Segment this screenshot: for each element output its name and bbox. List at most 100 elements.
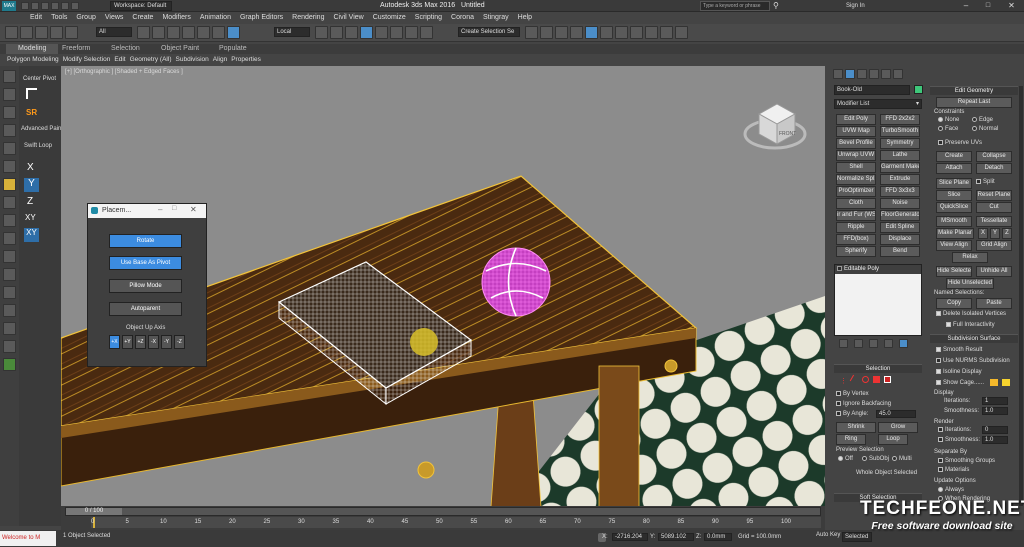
- modifier-button-ffd-box[interactable]: FFD(box): [836, 234, 876, 245]
- maximize-button[interactable]: □: [977, 0, 999, 12]
- modifier-button-bend[interactable]: Bend: [880, 246, 920, 257]
- open-file-icon[interactable]: [31, 2, 39, 10]
- menu-create[interactable]: Create: [132, 12, 153, 24]
- stack-item-editable-poly[interactable]: Editable Poly: [835, 265, 921, 274]
- paste-button[interactable]: Paste: [976, 298, 1012, 309]
- modifier-button-lathe[interactable]: Lathe: [880, 150, 920, 161]
- advanced-paint-button[interactable]: Advanced Paint: [21, 126, 63, 132]
- create-plane-icon[interactable]: [3, 160, 16, 173]
- show-end-result-icon[interactable]: [854, 339, 863, 348]
- preview-multi-radio[interactable]: Multi: [892, 456, 912, 462]
- cage-color-swatch[interactable]: [990, 379, 998, 386]
- window-crossing-icon[interactable]: [182, 26, 195, 39]
- create-camera-icon[interactable]: [3, 196, 16, 209]
- object-color-swatch[interactable]: [914, 85, 923, 94]
- copy-button[interactable]: Copy: [936, 298, 972, 309]
- slice-plane-button[interactable]: Slice Plane: [936, 178, 972, 189]
- ring-button[interactable]: Ring: [836, 434, 866, 445]
- create-light-icon[interactable]: [3, 178, 16, 191]
- edge-icon[interactable]: [849, 374, 860, 385]
- by-angle-checkbox[interactable]: By Angle:: [836, 411, 868, 417]
- cut-button[interactable]: Cut: [976, 202, 1012, 213]
- grid-align-button[interactable]: Grid Align: [976, 240, 1012, 251]
- menu-help[interactable]: Help: [518, 12, 532, 24]
- menu-scripting[interactable]: Scripting: [415, 12, 442, 24]
- menu-corona[interactable]: Corona: [451, 12, 474, 24]
- ref-coord-dropdown[interactable]: Local: [274, 27, 310, 37]
- border-icon[interactable]: [862, 376, 869, 383]
- axis-plus-x-button[interactable]: +X: [109, 335, 120, 349]
- placement-minimize-button[interactable]: –: [158, 205, 162, 214]
- grow-button[interactable]: Grow: [878, 422, 918, 433]
- display-iterations-spinner[interactable]: 1: [982, 397, 1008, 405]
- x-coord-field[interactable]: -2716.204: [612, 533, 648, 541]
- render-iterations-spinner[interactable]: 0: [982, 426, 1008, 434]
- modifier-button-spherify[interactable]: Spherify: [836, 246, 876, 257]
- utilities-tab-icon[interactable]: [893, 69, 903, 79]
- subtab-properties[interactable]: Properties: [231, 54, 261, 65]
- snap-toggle-icon[interactable]: [360, 26, 373, 39]
- spinner-snap-icon[interactable]: [405, 26, 418, 39]
- app-logo[interactable]: MAX: [2, 1, 16, 11]
- object-name-field[interactable]: Book-Old: [834, 85, 910, 95]
- preserve-uvs-checkbox[interactable]: Preserve UVs: [938, 140, 982, 146]
- align-icon[interactable]: [540, 26, 553, 39]
- create-door-icon[interactable]: [3, 322, 16, 335]
- menu-graph-editors[interactable]: Graph Editors: [240, 12, 283, 24]
- update-always-radio[interactable]: Always: [938, 487, 964, 493]
- modifier-button-ir-and-fur-ws[interactable]: ir and Fur (WS: [836, 210, 876, 221]
- materials-checkbox[interactable]: Materials: [938, 467, 969, 473]
- layer-icon[interactable]: [555, 26, 568, 39]
- constraint-face-radio[interactable]: Face: [938, 126, 958, 132]
- axis-xy-button[interactable]: XY: [25, 213, 36, 222]
- motion-tab-icon[interactable]: [869, 69, 879, 79]
- preview-subobj-radio[interactable]: SubObj: [862, 456, 889, 462]
- mirror-icon[interactable]: [525, 26, 538, 39]
- create-tab-icon[interactable]: [833, 69, 843, 79]
- by-vertex-checkbox[interactable]: By Vertex: [836, 391, 869, 397]
- sr-button[interactable]: SR: [26, 108, 37, 117]
- create-compound-icon[interactable]: [3, 286, 16, 299]
- make-planar-button[interactable]: Make Planar: [936, 228, 974, 239]
- create-particles-icon[interactable]: [3, 268, 16, 281]
- modifier-button-ffd-2x2x2[interactable]: FFD 2x2x2: [880, 114, 920, 125]
- cage-selected-color-swatch[interactable]: [1002, 379, 1010, 386]
- render-production-icon[interactable]: [675, 26, 688, 39]
- viewcube[interactable]: [743, 103, 807, 150]
- menu-views[interactable]: Views: [105, 12, 124, 24]
- axis-plus-y-button[interactable]: +Y: [122, 335, 133, 349]
- shrink-button[interactable]: Shrink: [836, 422, 876, 433]
- named-selection-dropdown[interactable]: Create Selection Se: [458, 27, 520, 37]
- axis-minus-z-button[interactable]: -Z: [174, 335, 185, 349]
- subtab-align[interactable]: Align: [213, 54, 227, 65]
- bind-spacewarp-icon[interactable]: [65, 26, 78, 39]
- tab-modeling[interactable]: Modeling: [6, 44, 59, 54]
- modifier-button-extrude[interactable]: Extrude: [880, 174, 920, 185]
- menu-tools[interactable]: Tools: [51, 12, 67, 24]
- constraint-normal-radio[interactable]: Normal: [972, 126, 998, 132]
- remove-modifier-icon[interactable]: [884, 339, 893, 348]
- hierarchy-tab-icon[interactable]: [857, 69, 867, 79]
- render-smoothness-check-icon[interactable]: [938, 437, 943, 442]
- unhide-all-button[interactable]: Unhide All: [976, 266, 1012, 277]
- move-icon[interactable]: [197, 26, 210, 39]
- search-input[interactable]: Type a keyword or phrase: [700, 1, 770, 11]
- create-sphere-icon[interactable]: [3, 88, 16, 101]
- by-angle-spinner[interactable]: 45.0: [876, 410, 916, 418]
- msmooth-button[interactable]: MSmooth: [936, 216, 972, 227]
- link-icon[interactable]: [35, 26, 48, 39]
- render-setup-icon[interactable]: [645, 26, 658, 39]
- percent-snap-icon[interactable]: [390, 26, 403, 39]
- render-iterations-check-icon[interactable]: [938, 427, 943, 432]
- pillow-mode-button[interactable]: Pillow Mode: [109, 279, 182, 293]
- tab-object-paint[interactable]: Object Paint: [161, 44, 199, 54]
- repeat-last-button[interactable]: Repeat Last: [936, 97, 1012, 108]
- rect-region-icon[interactable]: [167, 26, 180, 39]
- select-by-name-icon[interactable]: [152, 26, 165, 39]
- subdivision-rollout-header[interactable]: Subdivision Surface: [930, 334, 1018, 343]
- axis-y-button[interactable]: Y: [24, 178, 39, 192]
- material-editor-icon[interactable]: [630, 26, 643, 39]
- edit-named-sel-icon[interactable]: [420, 26, 433, 39]
- menu-group[interactable]: Group: [76, 12, 95, 24]
- create-cylinder-icon[interactable]: [3, 106, 16, 119]
